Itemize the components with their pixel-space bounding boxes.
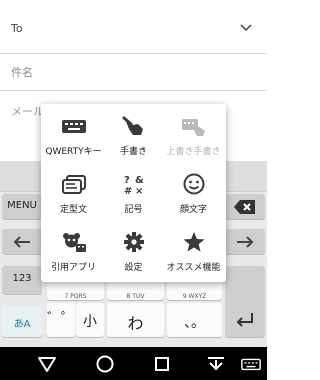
quote-app-icon	[62, 233, 86, 252]
to-field[interactable]: To	[0, 0, 267, 54]
svg-text:×: ×	[135, 186, 143, 195]
to-label: To	[11, 22, 23, 35]
template-text-icon	[61, 175, 86, 194]
recommended-features-option[interactable]: オススメ機能	[163, 222, 224, 280]
overwrite-handwriting-option: 上書き手書き	[163, 106, 224, 164]
quote-app-option[interactable]: 引用アプリ	[43, 222, 104, 280]
qwerty-key-option[interactable]: QWERTYキー	[43, 106, 104, 164]
arrow-left-icon	[13, 236, 30, 248]
back-icon[interactable]	[36, 353, 58, 375]
svg-text:#: #	[124, 186, 132, 195]
hide-keyboard-icon[interactable]	[205, 353, 227, 375]
left-arrow-key[interactable]	[2, 229, 42, 254]
kana-mode-key[interactable]: あA	[2, 307, 42, 337]
subject-placeholder: 件名	[11, 66, 33, 79]
quote-app-label: 引用アプリ	[50, 263, 96, 273]
wa-key[interactable]: わ	[107, 303, 164, 337]
settings-gear-icon	[123, 232, 144, 252]
menu-key-label: MENU	[7, 200, 37, 211]
small-kana-key[interactable]: 小	[76, 303, 104, 337]
handwriting-option[interactable]: 手書き	[103, 106, 164, 164]
navigation-bar	[0, 347, 267, 380]
key-8-number: 8	[126, 293, 131, 300]
right-arrow-key[interactable]	[225, 229, 265, 254]
home-icon[interactable]	[94, 353, 116, 375]
keyboard-switch-icon[interactable]	[241, 353, 261, 375]
wa-label: わ	[127, 314, 144, 333]
handwriting-icon	[122, 116, 143, 135]
template-text-label: 定型文	[59, 205, 87, 215]
emoticon-icon	[183, 173, 204, 195]
dakuten-key[interactable]: ゛゜	[47, 303, 75, 337]
key-7-number: 7	[64, 293, 69, 300]
qwerty-key-label: QWERTYキー	[45, 147, 102, 157]
menu-key[interactable]: MENU	[2, 194, 42, 219]
settings-label: 設定	[124, 263, 143, 273]
key-9-letters: WXYZ	[188, 293, 207, 300]
star-icon	[183, 232, 204, 252]
input-options-popup: QWERTYキー 手書き 上書き手書き 定型文 ? & # × 記号 顔文字 引…	[41, 104, 226, 282]
template-text-option[interactable]: 定型文	[43, 164, 104, 222]
recommended-features-label: オススメ機能	[166, 263, 221, 273]
small-kana-label: 小	[83, 314, 97, 330]
kana-mode-label: あA	[13, 319, 31, 330]
symbols-icon: ? & # ×	[124, 175, 144, 195]
backspace-key[interactable]	[225, 194, 265, 219]
key-9-number: 9	[182, 293, 187, 300]
emoticon-label: 顔文字	[179, 205, 207, 215]
number-mode-label: 123	[12, 273, 32, 284]
emoticon-option[interactable]: 顔文字	[163, 164, 224, 222]
symbols-option[interactable]: ? & # × 記号	[103, 164, 164, 222]
dakuten-label: ゛゜	[47, 311, 75, 327]
svg-text:&: &	[135, 175, 144, 186]
punctuation-label: 、。	[184, 315, 205, 331]
backspace-icon	[234, 200, 255, 214]
key-8-letters: TUV	[132, 293, 145, 300]
arrow-right-icon	[237, 236, 254, 248]
svg-text:?: ?	[124, 175, 130, 186]
number-mode-key[interactable]: 123	[2, 266, 42, 294]
settings-option[interactable]: 設定	[103, 222, 164, 280]
enter-icon	[236, 313, 253, 327]
keyboard-icon	[61, 120, 86, 133]
chevron-down-icon[interactable]	[239, 20, 253, 34]
overwrite-handwriting-label: 上書き手書き	[166, 147, 221, 157]
handwriting-label: 手書き	[119, 147, 147, 157]
key-7-letters: PQRS	[70, 293, 87, 300]
recent-apps-icon[interactable]	[151, 353, 173, 375]
body-placeholder: メール	[11, 105, 44, 118]
overwrite-handwriting-icon	[181, 119, 205, 136]
symbols-label: 記号	[124, 205, 143, 215]
enter-key[interactable]	[225, 266, 265, 337]
subject-field[interactable]: 件名	[0, 54, 267, 91]
punctuation-key[interactable]: 、。	[167, 303, 222, 337]
